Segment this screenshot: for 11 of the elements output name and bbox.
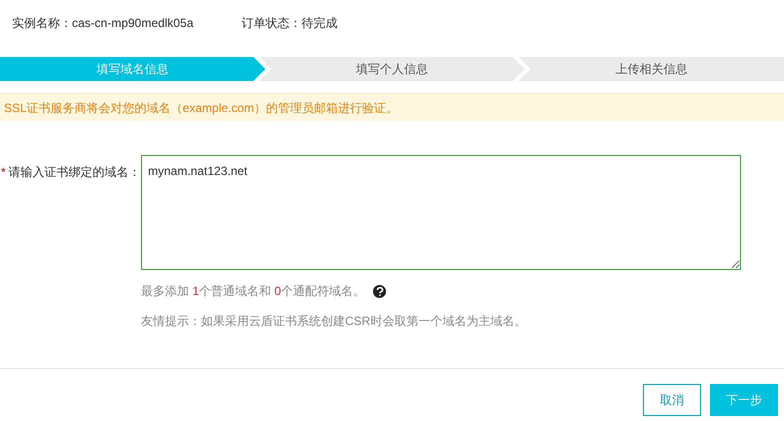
help-icon[interactable] <box>373 284 386 298</box>
next-button[interactable]: 下一步 <box>710 384 778 416</box>
limit-hint: 最多添加 1个普通域名和 0个通配符域名。 <box>141 283 366 300</box>
info-text: 订单状态：待完成 <box>241 15 338 32</box>
cancel-button[interactable]: 取消 <box>643 384 701 416</box>
domain-input[interactable]: mynam.nat123.net <box>141 155 741 270</box>
tip-text: 友情提示：如果采用云盾证书系统创建CSR时会取第一个域名为主域名。 <box>141 313 528 330</box>
info-text: 实例名称：cas-cn-mp90medlk05a <box>12 15 194 32</box>
notice-banner: SSL证书服务商将会对您的域名（example.com）的管理员邮箱进行验证。 <box>0 93 784 121</box>
required-asterisk: * <box>1 164 6 181</box>
field-label: 请输入证书绑定的域名： <box>8 164 141 181</box>
